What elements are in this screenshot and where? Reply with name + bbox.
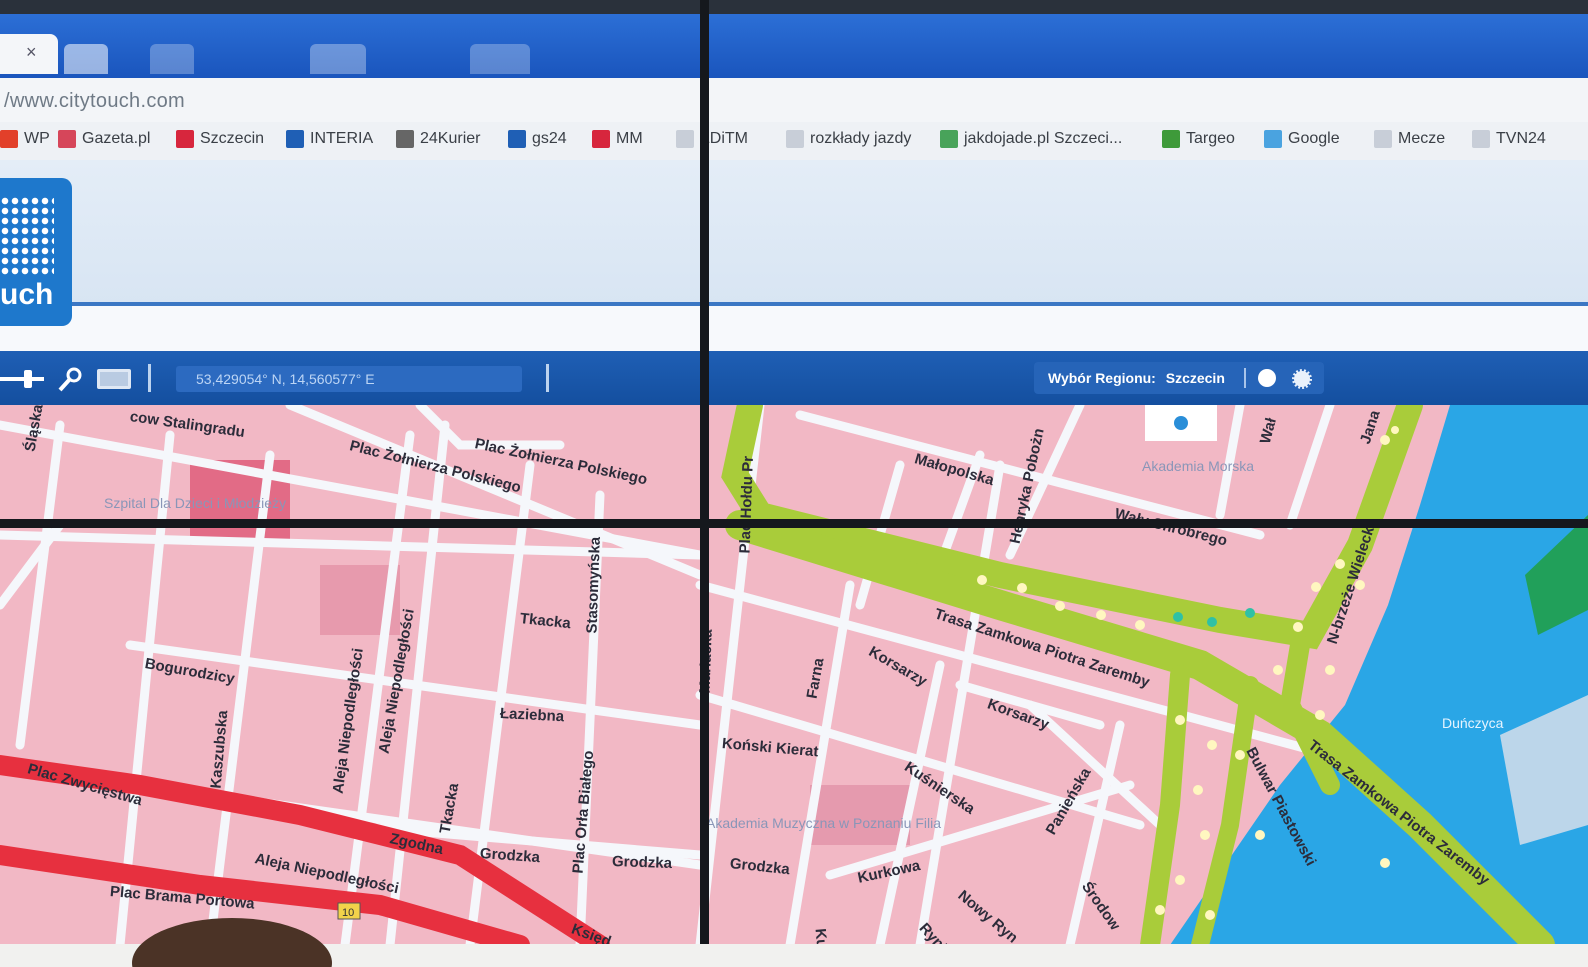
browser-tab[interactable] bbox=[150, 44, 194, 74]
poi-label[interactable]: Akademia Morska bbox=[1142, 458, 1254, 474]
bookmark-item[interactable]: Targeo bbox=[1162, 130, 1235, 148]
video-wall: × /www.citytouch.com WP Gazeta.pl Szczecin… bbox=[0, 0, 1588, 967]
bookmark-label: TVN24 bbox=[1496, 130, 1546, 147]
bookmark-item[interactable]: Gazeta.pl bbox=[58, 130, 150, 148]
bookmark-label: gs24 bbox=[532, 130, 567, 147]
street-label: Plac Hołdu Pr bbox=[736, 455, 757, 554]
screen-bezel-vertical bbox=[700, 0, 709, 967]
bookmark-label: Mecze bbox=[1398, 130, 1446, 147]
bookmark-item[interactable]: Google bbox=[1264, 130, 1340, 148]
jakdojade-icon bbox=[940, 130, 958, 148]
map-canvas[interactable]: 10 bbox=[0, 405, 1588, 945]
targeo-icon bbox=[1162, 130, 1180, 148]
bookmark-label: rozkłady jazdy bbox=[810, 130, 912, 147]
poi-label[interactable]: Akademia Muzyczna w Poznaniu Filia bbox=[706, 815, 941, 831]
interia-icon bbox=[286, 130, 304, 148]
bookmark-label: WP bbox=[24, 130, 50, 147]
logo-text: uch bbox=[0, 278, 54, 311]
zoom-icon[interactable] bbox=[56, 366, 86, 392]
page-header bbox=[0, 160, 1588, 305]
bookmark-item[interactable]: jakdojade.pl Szczeci... bbox=[940, 130, 1122, 148]
kurier-icon bbox=[396, 130, 414, 148]
fullscreen-icon[interactable] bbox=[1292, 369, 1312, 389]
street-label: Stasomyńska bbox=[583, 536, 604, 634]
toolbar-separator bbox=[148, 364, 151, 392]
bookmark-item[interactable]: INTERIA bbox=[286, 130, 373, 148]
browser-tab[interactable] bbox=[310, 44, 366, 74]
layer-icon[interactable] bbox=[96, 367, 132, 391]
bookmark-label: 24Kurier bbox=[420, 130, 481, 147]
page-icon bbox=[786, 130, 804, 148]
poi-label[interactable]: Duńczyca bbox=[1442, 715, 1503, 731]
bookmark-item[interactable]: rozkłady jazdy bbox=[786, 130, 911, 148]
page-icon bbox=[1472, 130, 1490, 148]
location-marker-icon[interactable] bbox=[1174, 416, 1188, 430]
wp-icon bbox=[0, 130, 18, 148]
logo-dots-icon bbox=[0, 196, 54, 276]
bookmark-item[interactable]: Mecze bbox=[1374, 130, 1445, 148]
tab-close-icon[interactable]: × bbox=[26, 42, 37, 63]
gazeta-icon bbox=[58, 130, 76, 148]
browser-tab[interactable] bbox=[64, 44, 108, 74]
region-separator bbox=[1244, 368, 1246, 388]
bookmark-item[interactable]: WP bbox=[0, 130, 50, 148]
gs24-icon bbox=[508, 130, 526, 148]
bookmark-label: Targeo bbox=[1186, 130, 1235, 147]
street-label: Łaziebna bbox=[499, 705, 565, 726]
locate-icon[interactable] bbox=[1258, 369, 1276, 387]
bookmark-item[interactable]: ZDiTM bbox=[676, 130, 748, 148]
header-band bbox=[0, 306, 1588, 351]
browser-tab[interactable] bbox=[470, 44, 530, 74]
page-icon bbox=[1374, 130, 1392, 148]
page-icon bbox=[676, 130, 694, 148]
region-label: Wybór Regionu: Szczecin bbox=[1048, 370, 1225, 386]
city-map[interactable]: 10 cow Stalingradu Śląska Plac Żołnierza P… bbox=[0, 403, 1588, 958]
bookmark-item[interactable]: gs24 bbox=[508, 130, 567, 148]
google-icon bbox=[1264, 130, 1282, 148]
pan-slider-icon[interactable] bbox=[0, 368, 50, 390]
coordinates-readout: 53,429054° N, 14,560577° E bbox=[176, 366, 522, 392]
region-value[interactable]: Szczecin bbox=[1166, 370, 1225, 386]
bookmark-item[interactable]: TVN24 bbox=[1472, 130, 1546, 148]
bookmark-item[interactable]: MM bbox=[592, 130, 643, 148]
szczecin-icon bbox=[176, 130, 194, 148]
mm-icon bbox=[592, 130, 610, 148]
street-label: Grodzka bbox=[611, 853, 673, 873]
bookmark-label: Gazeta.pl bbox=[82, 130, 151, 147]
bookmark-item[interactable]: 24Kurier bbox=[396, 130, 480, 148]
poi-label[interactable]: Szpital Dla Dzieci i Młodzieży bbox=[104, 495, 286, 511]
top-bezel bbox=[0, 0, 1588, 14]
address-bar[interactable] bbox=[0, 78, 1588, 122]
bookmark-label: INTERIA bbox=[310, 130, 374, 147]
bookmark-label: Szczecin bbox=[200, 130, 265, 147]
road-number-text: 10 bbox=[342, 907, 354, 919]
toolbar-separator bbox=[546, 364, 549, 392]
bookmark-label: MM bbox=[616, 130, 643, 147]
bookmark-label: Google bbox=[1288, 130, 1340, 147]
bookmark-item[interactable]: Szczecin bbox=[176, 130, 264, 148]
bookmark-label: jakdojade.pl Szczeci... bbox=[964, 130, 1123, 147]
screen-bezel-horizontal bbox=[0, 519, 1588, 528]
browser-tab-strip bbox=[0, 14, 1588, 78]
url-text[interactable]: /www.citytouch.com bbox=[4, 90, 185, 113]
